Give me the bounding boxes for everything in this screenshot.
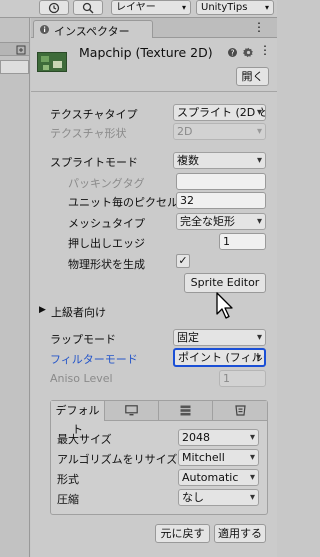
top-toolbar: レイヤー ▾ UnityTips ▾ — [0, 0, 277, 18]
info-icon — [40, 25, 49, 34]
server-icon — [180, 405, 191, 416]
tab-standalone-platform[interactable] — [105, 401, 159, 421]
search-icon — [82, 2, 94, 14]
scene-icon — [16, 45, 26, 55]
filter-mode-label: フィルターモード — [50, 353, 138, 366]
sprite-mode-value: 複数 — [177, 154, 199, 167]
tab-default-platform[interactable]: デフォルト — [51, 401, 105, 436]
aniso-level-label: Aniso Level — [50, 372, 113, 385]
hierarchy-row[interactable] — [0, 42, 29, 56]
sprite-mode-dropdown[interactable]: 複数 — [173, 152, 266, 169]
resize-algorithm-value: Mitchell — [182, 451, 225, 464]
mesh-type-value: 完全な矩形 — [180, 215, 235, 228]
aniso-level-value: 1 — [223, 372, 230, 385]
max-size-dropdown[interactable]: 2048 — [178, 429, 259, 446]
format-dropdown[interactable]: Automatic — [178, 469, 259, 486]
wrap-mode-label: ラップモード — [50, 333, 116, 346]
layout-label: UnityTips — [201, 2, 248, 13]
tab-inspector-label: インスペクター — [54, 25, 130, 38]
extrude-edges-value: 1 — [223, 235, 230, 248]
help-icon[interactable]: ? — [227, 47, 238, 58]
texture-type-label: テクスチャタイプ — [50, 108, 138, 121]
platform-tabs: デフォルト — [51, 401, 267, 436]
compression-dropdown[interactable]: なし — [178, 489, 259, 506]
layers-label: レイヤー — [116, 2, 156, 13]
layers-dropdown[interactable]: レイヤー ▾ — [111, 0, 191, 15]
hierarchy-panel-edge — [0, 18, 30, 557]
texture-type-dropdown[interactable]: スプライト (2D と — [173, 104, 266, 121]
chevron-down-icon: ▾ — [264, 3, 269, 12]
generate-physics-checkbox[interactable]: ✓ — [176, 254, 190, 268]
open-button[interactable]: 開く — [236, 67, 269, 86]
generate-physics-label: 物理形状を生成 — [68, 258, 145, 271]
asset-header: Mapchip (Texture 2D) ? ⋮ 開く — [31, 38, 277, 92]
max-size-label: 最大サイズ — [57, 433, 112, 446]
format-value: Automatic — [182, 471, 239, 484]
wrap-mode-dropdown[interactable]: 固定 — [173, 329, 266, 346]
pixels-per-unit-label: ユニット毎のピクセル数 — [68, 196, 189, 209]
tab-inspector[interactable]: インスペクター — [33, 20, 153, 38]
texture-shape-value: 2D — [177, 125, 193, 138]
history-icon — [48, 2, 60, 14]
hierarchy-row[interactable] — [0, 60, 29, 74]
format-label: 形式 — [57, 473, 79, 486]
svg-text:?: ? — [231, 48, 235, 57]
filter-mode-dropdown[interactable]: ポイント (フィルタ — [173, 348, 266, 367]
more-options-icon[interactable]: ⋮ — [259, 43, 271, 57]
revert-button[interactable]: 元に戻す — [155, 524, 210, 543]
compression-label: 圧縮 — [57, 493, 79, 506]
packing-tag-label: パッキングタグ — [68, 177, 145, 190]
monitor-icon — [125, 405, 138, 416]
texture-shape-label: テクスチャ形状 — [50, 127, 127, 140]
foldout-arrow-icon[interactable]: ▶ — [39, 305, 46, 315]
extrude-edges-label: 押し出しエッジ — [68, 237, 145, 250]
checkmark-icon: ✓ — [178, 254, 188, 267]
mouse-cursor-icon — [216, 292, 233, 319]
tab-web-platform[interactable] — [213, 401, 267, 421]
aniso-level-input[interactable]: 1 — [219, 370, 266, 387]
pixels-per-unit-value: 32 — [180, 194, 194, 207]
sprite-editor-button[interactable]: Sprite Editor — [184, 273, 266, 293]
compression-value: なし — [182, 491, 204, 504]
max-size-value: 2048 — [182, 431, 210, 444]
search-button[interactable] — [73, 0, 103, 15]
wrap-mode-value: 固定 — [177, 331, 199, 344]
pixels-per-unit-input[interactable]: 32 — [176, 192, 266, 209]
resize-algorithm-label: アルゴリズムをリサイズ — [57, 453, 178, 466]
chevron-down-icon: ▾ — [181, 3, 186, 12]
filter-mode-value: ポイント (フィルタ — [178, 351, 266, 364]
web-icon — [234, 405, 246, 416]
extrude-edges-input[interactable]: 1 — [219, 233, 266, 250]
mesh-type-label: メッシュタイプ — [68, 217, 145, 230]
layout-dropdown[interactable]: UnityTips ▾ — [196, 0, 274, 15]
apply-button[interactable]: 適用する — [214, 524, 266, 543]
sprite-mode-label: スプライトモード — [50, 156, 138, 169]
history-button[interactable] — [39, 0, 69, 15]
inspector-tab-bar: インスペクター ⋮ — [31, 18, 277, 38]
mesh-type-dropdown[interactable]: 完全な矩形 — [176, 213, 266, 230]
settings-icon[interactable] — [243, 47, 254, 58]
texture-type-value: スプライト (2D と — [177, 106, 266, 119]
resize-algorithm-dropdown[interactable]: Mitchell — [178, 449, 259, 466]
tab-server-platform[interactable] — [159, 401, 213, 421]
texture-shape-dropdown[interactable]: 2D — [173, 123, 266, 140]
texture-thumbnail — [37, 52, 67, 72]
advanced-foldout-label[interactable]: 上級者向け — [51, 304, 106, 320]
asset-title: Mapchip (Texture 2D) — [79, 45, 213, 60]
packing-tag-input[interactable] — [176, 173, 266, 190]
tab-menu-icon[interactable]: ⋮ — [253, 20, 265, 34]
